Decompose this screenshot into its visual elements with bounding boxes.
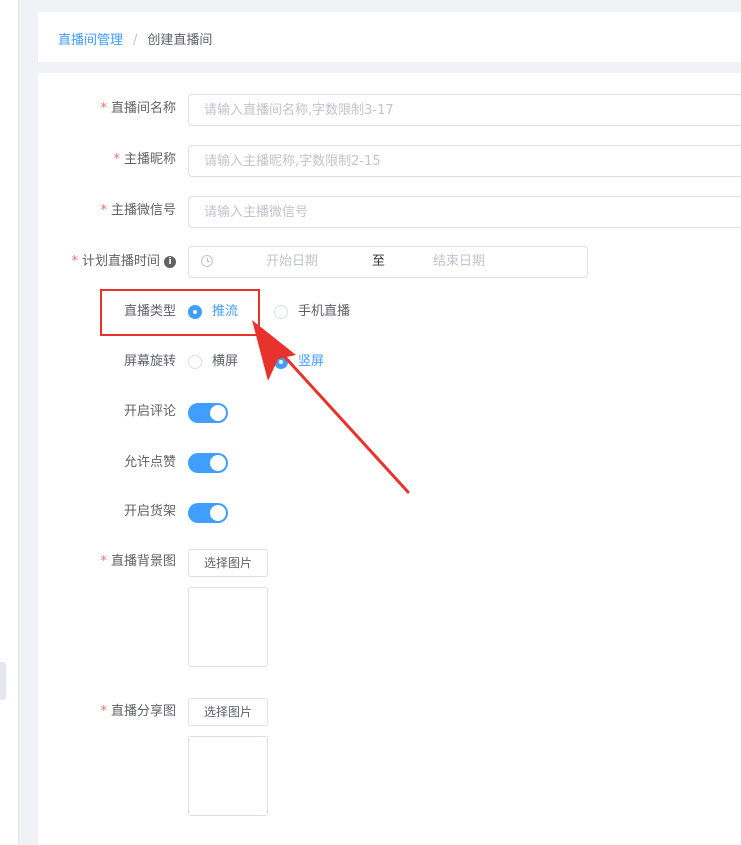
anchor-wechat-field [188, 196, 741, 228]
share-image-select-button[interactable]: 选择图片 [188, 698, 268, 726]
anchor-nickname-label-text: 主播昵称 [123, 152, 176, 167]
likes-switch[interactable] [188, 453, 228, 473]
anchor-nickname-input[interactable] [189, 146, 741, 176]
plan-time-range-picker[interactable]: 开始日期 至 结束日期 [188, 246, 588, 278]
share-image-label: * 直播分享图 [100, 696, 176, 728]
sidebar-collapse-tab[interactable] [0, 662, 6, 700]
breadcrumb-parent-link[interactable]: 直播间管理 [58, 33, 123, 48]
clock-icon [201, 255, 213, 267]
radio-unchecked-icon [274, 305, 288, 319]
orientation-option-landscape[interactable]: 横屏 [188, 346, 238, 378]
shelf-switch[interactable] [188, 503, 228, 523]
required-mark: * [100, 554, 107, 569]
orientation-option-portrait[interactable]: 竖屏 [274, 346, 324, 378]
live-type-label: 直播类型 [123, 304, 176, 319]
breadcrumb-bar: 直播间管理 / 创建直播间 [38, 12, 741, 62]
anchor-nickname-label: * 主播昵称 [113, 144, 176, 176]
breadcrumb: 直播间管理 / 创建直播间 [58, 29, 212, 48]
required-mark: * [100, 101, 107, 116]
room-name-label: * 直播间名称 [100, 93, 176, 125]
breadcrumb-separator: / [133, 33, 138, 48]
required-mark: * [100, 203, 107, 218]
comments-label: 开启评论 [123, 404, 176, 419]
info-icon[interactable]: i [164, 255, 176, 268]
share-image-label-text: 直播分享图 [110, 704, 176, 719]
shelf-label: 开启货架 [123, 504, 176, 519]
anchor-wechat-label-text: 主播微信号 [110, 203, 176, 218]
radio-unchecked-icon [188, 355, 202, 369]
plan-time-label-text: 计划直播时间 [81, 254, 160, 269]
plan-time-label: * 计划直播时间 i [71, 246, 176, 278]
background-image-select-button[interactable]: 选择图片 [188, 549, 268, 577]
required-mark: * [100, 704, 107, 719]
share-image-preview[interactable] [188, 736, 268, 816]
range-separator: 至 [372, 254, 386, 269]
left-sidebar [0, 0, 19, 845]
required-mark: * [113, 152, 120, 167]
background-image-label: * 直播背景图 [100, 546, 176, 578]
end-date-input[interactable]: 结束日期 [433, 247, 485, 277]
background-image-preview[interactable] [188, 587, 268, 667]
radio-checked-icon [188, 305, 202, 319]
comments-switch[interactable] [188, 403, 228, 423]
start-date-input[interactable]: 开始日期 [266, 247, 318, 277]
anchor-wechat-input[interactable] [189, 197, 741, 227]
room-name-label-text: 直播间名称 [110, 101, 176, 116]
anchor-wechat-label: * 主播微信号 [100, 195, 176, 227]
anchor-nickname-field [188, 145, 741, 177]
room-name-field [188, 94, 741, 126]
live-type-option-push[interactable]: 推流 [188, 296, 238, 328]
room-name-input[interactable] [189, 95, 741, 125]
required-mark: * [71, 254, 78, 269]
radio-checked-icon [274, 355, 288, 369]
background-image-label-text: 直播背景图 [110, 554, 176, 569]
live-type-option-phone[interactable]: 手机直播 [274, 296, 350, 328]
breadcrumb-current: 创建直播间 [147, 33, 213, 48]
likes-label: 允许点赞 [123, 455, 176, 470]
orientation-label: 屏幕旋转 [123, 354, 176, 369]
